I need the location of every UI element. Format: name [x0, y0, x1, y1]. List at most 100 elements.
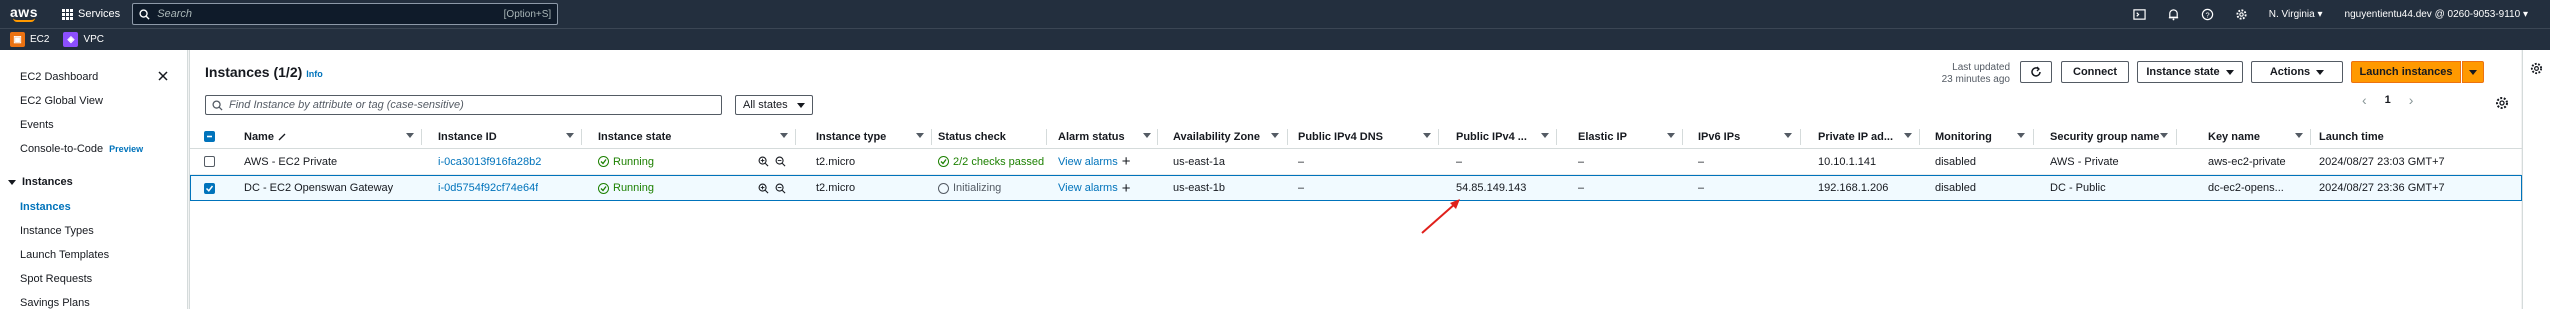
sort-icon[interactable]: [1667, 133, 1675, 138]
refresh-button[interactable]: [2020, 61, 2052, 83]
zoom-in-icon[interactable]: [758, 183, 769, 194]
add-alarm-plus-icon[interactable]: +: [1122, 153, 1131, 170]
account-label: nguyentientu44.dev @ 0260-9053-9110: [2344, 8, 2521, 20]
sidebar-item-console-to-code[interactable]: Console-to-Code Preview: [0, 137, 187, 161]
column-header-launch-time[interactable]: Launch time: [2319, 125, 2384, 148]
info-link[interactable]: Info: [306, 69, 323, 79]
services-menu-button[interactable]: Services: [62, 8, 120, 20]
cell-private-ip: 192.168.1.206: [1818, 182, 1889, 194]
sidebar-item-launch-templates[interactable]: Launch Templates: [0, 243, 187, 267]
cell-public-ip[interactable]: 54.85.149.143: [1456, 176, 1526, 200]
launch-instances-dropdown[interactable]: [2462, 61, 2484, 83]
row-checkbox-checked[interactable]: [204, 182, 215, 194]
cell-instance-id-link[interactable]: i-0ca3013f916fa28b2: [438, 149, 541, 174]
aws-logo-text: aws: [10, 4, 38, 20]
column-header-public-ipv4-dns[interactable]: Public IPv4 DNS: [1298, 125, 1383, 148]
column-header-alarm-status[interactable]: Alarm status: [1058, 125, 1125, 148]
instance-filter-input[interactable]: Find Instance by attribute or tag (case-…: [205, 95, 722, 115]
table-row-selected[interactable]: DC - EC2 Openswan Gateway i-0d5754f92cf7…: [190, 175, 2522, 201]
view-alarms-link[interactable]: View alarms: [1058, 156, 1118, 168]
sort-icon[interactable]: [406, 133, 414, 138]
sidebar-section-instances[interactable]: Instances: [0, 169, 187, 195]
close-icon[interactable]: [156, 69, 170, 83]
column-header-public-ipv4[interactable]: Public IPv4 ...: [1456, 125, 1527, 148]
select-all-checkbox[interactable]: [204, 131, 215, 142]
favorite-ec2-label: EC2: [30, 34, 50, 45]
column-header-key-name[interactable]: Key name: [2208, 125, 2260, 148]
zoom-out-icon[interactable]: [775, 183, 786, 194]
sort-icon[interactable]: [566, 133, 574, 138]
utility-gear-icon[interactable]: [2530, 62, 2543, 75]
favorite-ec2[interactable]: ▣ EC2: [10, 32, 49, 47]
aws-smile-icon: [13, 18, 35, 22]
column-header-monitoring[interactable]: Monitoring: [1935, 125, 1992, 148]
row-checkbox[interactable]: [204, 156, 215, 167]
region-selector[interactable]: N. Virginia ▾: [2269, 9, 2323, 20]
sidebar-item-savings-plans[interactable]: Savings Plans: [0, 291, 187, 309]
cell-availability-zone: us-east-1b: [1173, 182, 1225, 194]
sort-icon[interactable]: [1904, 133, 1912, 138]
column-header-security-group[interactable]: Security group name: [2050, 125, 2159, 148]
table-row[interactable]: AWS - EC2 Private i-0ca3013f916fa28b2 Ru…: [190, 149, 2522, 175]
instance-state-dropdown[interactable]: Instance state: [2137, 61, 2243, 83]
column-header-instance-state[interactable]: Instance state: [598, 125, 671, 148]
sort-icon[interactable]: [2017, 133, 2025, 138]
cloudshell-icon[interactable]: [2133, 7, 2147, 21]
state-label: Running: [613, 155, 654, 168]
column-header-instance-id[interactable]: Instance ID: [438, 125, 497, 148]
sort-icon[interactable]: [1541, 133, 1549, 138]
connect-button[interactable]: Connect: [2061, 61, 2129, 83]
cell-elastic-ip: –: [1578, 182, 1585, 194]
cell-key-name: aws-ec2-private: [2208, 155, 2286, 168]
zoom-in-icon[interactable]: [758, 156, 769, 167]
sort-icon[interactable]: [1271, 133, 1279, 138]
account-menu[interactable]: nguyentientu44.dev @ 0260-9053-9110 ▾: [2345, 9, 2528, 20]
zoom-out-icon[interactable]: [775, 156, 786, 167]
favorites-bar: ▣ EC2 ◈ VPC: [0, 28, 2550, 50]
help-icon[interactable]: ?: [2201, 7, 2215, 21]
states-select[interactable]: All states: [735, 95, 813, 115]
connect-label: Connect: [2073, 66, 2117, 78]
cell-instance-id-link[interactable]: i-0d5754f92cf74e64f: [438, 176, 538, 200]
sort-icon[interactable]: [1784, 133, 1792, 138]
sidebar-item-ec2-global-view[interactable]: EC2 Global View: [0, 89, 187, 113]
sidebar: EC2 Dashboard EC2 Global View Events Con…: [0, 50, 188, 309]
add-alarm-plus-icon[interactable]: +: [1122, 180, 1131, 197]
notifications-bell-icon[interactable]: [2167, 7, 2181, 21]
column-header-availability-zone[interactable]: Availability Zone: [1173, 125, 1260, 148]
favorite-vpc[interactable]: ◈ VPC: [63, 32, 104, 47]
sidebar-item-spot-requests[interactable]: Spot Requests: [0, 267, 187, 291]
sidebar-item-events[interactable]: Events: [0, 113, 187, 137]
chevron-left-icon[interactable]: ‹: [2362, 92, 2367, 108]
column-header-ipv6-ips[interactable]: IPv6 IPs: [1698, 125, 1740, 148]
column-header-elastic-ip[interactable]: Elastic IP: [1578, 125, 1627, 148]
sort-icon[interactable]: [780, 133, 788, 138]
column-header-private-ip[interactable]: Private IP ad...: [1818, 125, 1893, 148]
sort-icon[interactable]: [2295, 133, 2303, 138]
global-search-input[interactable]: Search [Option+S]: [132, 3, 559, 25]
sidebar-item-instance-types[interactable]: Instance Types: [0, 219, 187, 243]
sort-icon[interactable]: [916, 133, 924, 138]
state-label: Running: [613, 182, 654, 194]
sort-icon[interactable]: [1143, 133, 1151, 138]
page-number[interactable]: 1: [2385, 94, 2391, 106]
cell-security-group: AWS - Private: [2050, 155, 2119, 168]
launch-instances-button[interactable]: Launch instances: [2351, 61, 2461, 83]
annotation-arrow-icon: [1421, 199, 1460, 234]
sort-icon[interactable]: [1423, 133, 1431, 138]
actions-dropdown[interactable]: Actions: [2251, 61, 2343, 83]
column-header-status-check[interactable]: Status check: [938, 125, 1006, 148]
check-circle-icon: [598, 182, 609, 194]
view-alarms-link[interactable]: View alarms: [1058, 182, 1118, 194]
services-grid-icon: [62, 8, 73, 20]
caret-down-icon: [2225, 69, 2234, 75]
settings-gear-icon[interactable]: [2235, 7, 2249, 21]
cell-key-name: dc-ec2-opens...: [2208, 182, 2284, 194]
chevron-right-icon[interactable]: ›: [2409, 92, 2414, 108]
sidebar-item-instances[interactable]: Instances: [0, 195, 187, 219]
table-preferences-gear-icon[interactable]: [2495, 96, 2509, 110]
column-header-name[interactable]: Name: [244, 125, 287, 148]
column-header-instance-type[interactable]: Instance type: [816, 125, 886, 148]
sort-icon[interactable]: [2160, 133, 2168, 138]
aws-logo[interactable]: aws: [4, 0, 44, 28]
